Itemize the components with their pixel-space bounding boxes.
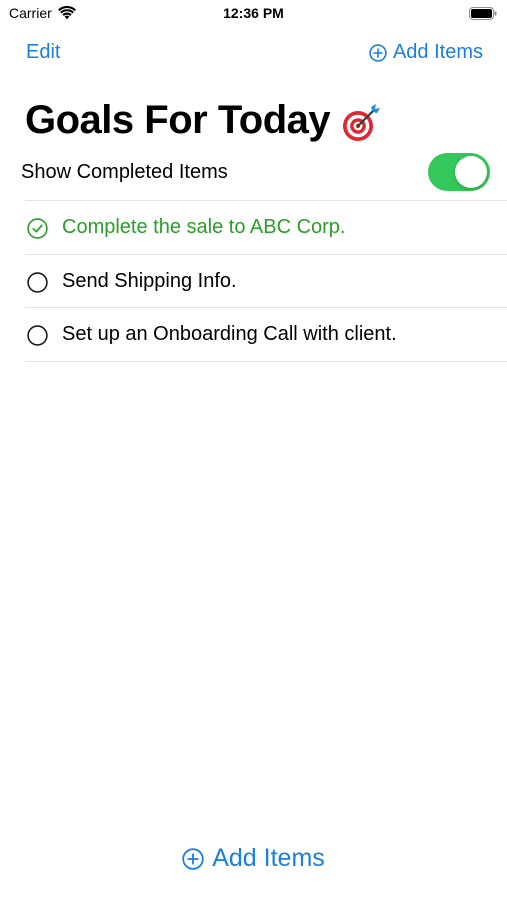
add-items-nav-label: Add Items: [392, 41, 483, 63]
list-item-label: Send Shipping Info.: [62, 270, 237, 292]
show-completed-toggle[interactable]: [428, 153, 490, 191]
show-completed-label: Show Completed Items: [21, 161, 228, 183]
page-title-text: Goals For Today: [25, 97, 331, 142]
add-items-nav-button[interactable]: Add Items: [369, 41, 483, 64]
target-icon: [343, 104, 381, 141]
edit-button[interactable]: Edit: [26, 41, 60, 64]
list-item[interactable]: Complete the sale to ABC Corp.: [0, 201, 507, 254]
add-items-bottom-label: Add Items: [212, 844, 325, 872]
app-screen: Carrier 12:36 PM Edit Add Items Goals Fo…: [0, 0, 507, 900]
checkmark-circle-icon[interactable]: [27, 218, 48, 239]
list-item-label: Complete the sale to ABC Corp.: [62, 216, 346, 238]
page-title: Goals For Today: [25, 96, 382, 144]
battery-icon: [469, 7, 497, 20]
separator: [25, 361, 507, 362]
plus-circle-icon: [369, 43, 387, 62]
list-item[interactable]: Set up an Onboarding Call with client.: [0, 308, 507, 361]
list-item[interactable]: Send Shipping Info.: [0, 255, 507, 308]
toggle-knob: [455, 156, 487, 188]
add-items-bottom-button[interactable]: Add Items: [0, 844, 507, 873]
status-bar: Carrier 12:36 PM: [0, 0, 507, 28]
empty-circle-icon[interactable]: [27, 272, 48, 293]
empty-circle-icon[interactable]: [27, 325, 48, 346]
list-item-label: Set up an Onboarding Call with client.: [62, 323, 397, 345]
plus-circle-icon: [182, 847, 204, 870]
status-time: 12:36 PM: [223, 5, 284, 21]
